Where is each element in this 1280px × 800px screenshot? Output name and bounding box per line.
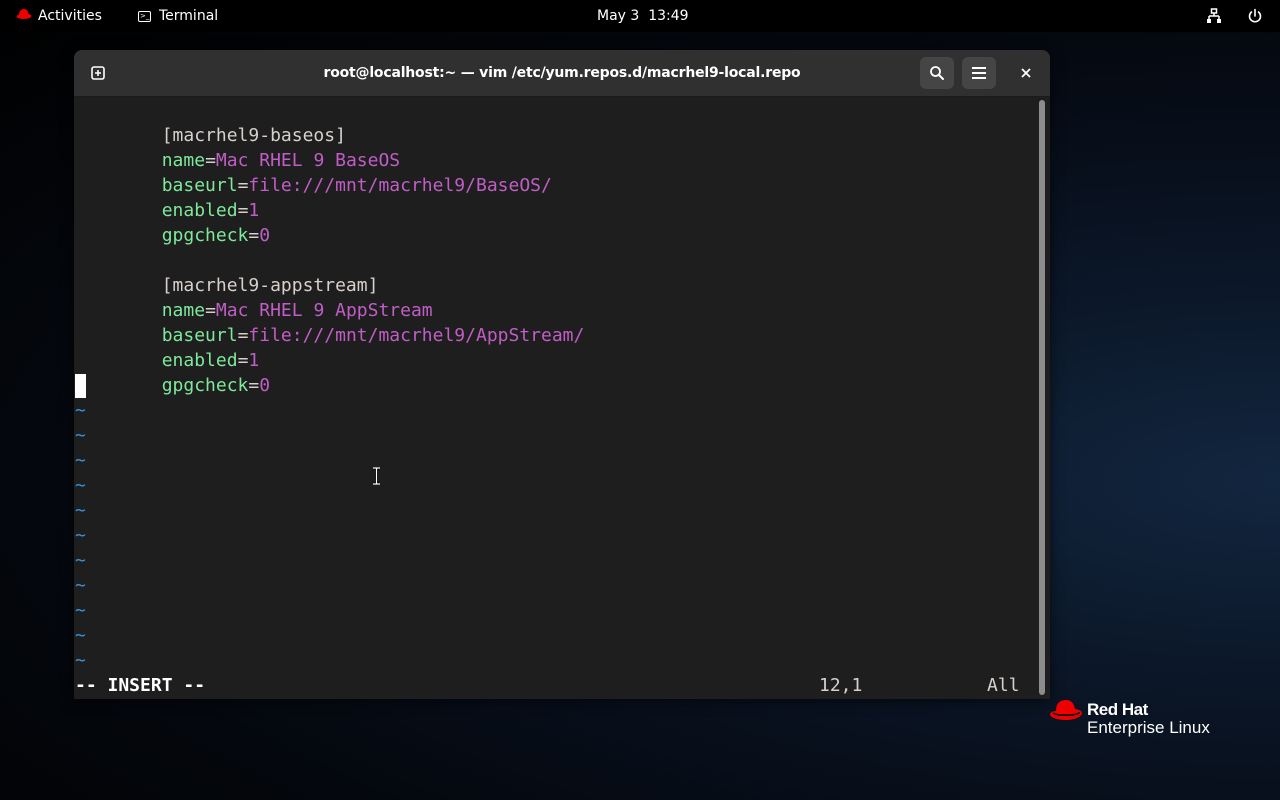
- activities-label: Activities: [38, 8, 102, 24]
- close-icon: [1021, 68, 1031, 78]
- empty-line-tilde: ~: [75, 475, 86, 496]
- redhat-hat-icon: [16, 8, 32, 24]
- editor-line: enabled=1: [75, 323, 260, 371]
- editor-line: [macrhel9-baseos]: [75, 98, 346, 146]
- scrollbar-thumb[interactable]: [1039, 100, 1045, 695]
- vim-mode-indicator: -- INSERT --: [75, 675, 206, 696]
- editor-line: gpgcheck=0: [75, 348, 270, 396]
- terminal-icon: >_: [138, 10, 151, 22]
- empty-line-tilde: ~: [75, 450, 86, 471]
- empty-line-tilde: ~: [75, 525, 86, 546]
- editor-line: gpgcheck=0: [75, 198, 270, 246]
- scrollbar[interactable]: [1038, 100, 1046, 695]
- search-icon: [930, 66, 944, 80]
- redhat-branding: Red Hat Enterprise Linux: [1049, 698, 1229, 742]
- config-key: gpgcheck: [161, 225, 249, 246]
- app-menu-terminal[interactable]: >_ Terminal: [138, 0, 218, 32]
- vim-editor[interactable]: [macrhel9-baseos] name=Mac RHEL 9 BaseOS…: [74, 97, 1034, 699]
- config-key: gpgcheck: [161, 375, 249, 396]
- window-title: root@localhost:~ — vim /etc/yum.repos.d/…: [323, 65, 801, 81]
- activities-button[interactable]: Activities: [16, 0, 102, 32]
- config-value: file:///mnt/macrhel9/BaseOS/: [248, 175, 552, 196]
- editor-line: enabled=1: [75, 173, 260, 221]
- empty-line-tilde: ~: [75, 625, 86, 646]
- editor-line: name=Mac RHEL 9 BaseOS: [75, 123, 400, 171]
- menu-button[interactable]: [962, 57, 996, 89]
- empty-line-tilde: ~: [75, 500, 86, 521]
- empty-line-tilde: ~: [75, 600, 86, 621]
- scroll-indicator: All: [987, 675, 1020, 696]
- editor-line: baseurl=file:///mnt/macrhel9/AppStream/: [75, 298, 585, 346]
- hamburger-icon: [972, 67, 986, 79]
- empty-line-tilde: ~: [75, 550, 86, 571]
- clock[interactable]: May 3 13:49: [597, 0, 689, 32]
- equals-sign: =: [248, 225, 260, 246]
- config-value: file:///mnt/macrhel9/AppStream/: [248, 325, 585, 346]
- empty-line-tilde: ~: [75, 400, 86, 421]
- new-tab-icon: [91, 66, 105, 80]
- config-value: 0: [259, 375, 271, 396]
- app-menu-label: Terminal: [159, 8, 219, 24]
- text-cursor: [75, 374, 86, 398]
- editor-line: baseurl=file:///mnt/macrhel9/BaseOS/: [75, 148, 552, 196]
- equals-sign: =: [248, 375, 260, 396]
- top-bar: Activities >_ Terminal May 3 13:49: [0, 0, 1280, 32]
- empty-line-tilde: ~: [75, 575, 86, 596]
- terminal-window: root@localhost:~ — vim /etc/yum.repos.d/…: [74, 50, 1050, 699]
- power-icon[interactable]: [1247, 0, 1263, 32]
- editor-line: name=Mac RHEL 9 AppStream: [75, 273, 433, 321]
- config-value: 0: [259, 225, 271, 246]
- redhat-logo-icon: [1050, 700, 1082, 720]
- network-icon[interactable]: [1206, 0, 1222, 32]
- empty-line-tilde: ~: [75, 650, 86, 671]
- new-tab-button[interactable]: [81, 57, 115, 89]
- editor-line: [macrhel9-appstream]: [75, 248, 379, 296]
- close-button[interactable]: [1009, 57, 1043, 89]
- search-button[interactable]: [920, 57, 954, 89]
- empty-line-tilde: ~: [75, 425, 86, 446]
- cursor-position: 12,1: [819, 675, 863, 696]
- brand-product: Enterprise Linux: [1087, 718, 1210, 737]
- desktop: Activities >_ Terminal May 3 13:49 root@…: [0, 0, 1280, 800]
- header-bar: root@localhost:~ — vim /etc/yum.repos.d/…: [74, 50, 1050, 97]
- brand-name: Red Hat: [1087, 700, 1148, 719]
- mouse-ibeam-cursor-icon: [372, 466, 381, 486]
